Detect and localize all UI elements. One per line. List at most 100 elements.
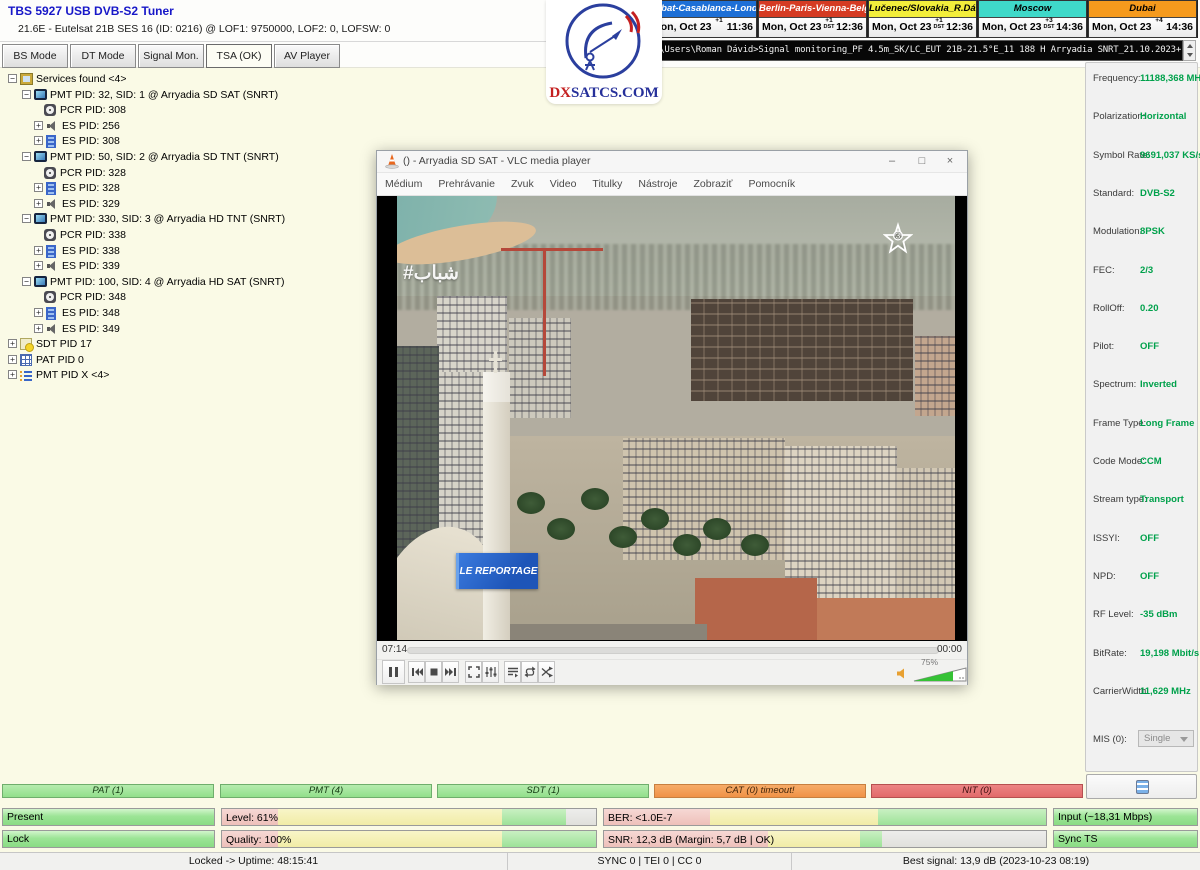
video-art-shape (915, 336, 955, 416)
input-indicator: Input (~18,31 Mbps) (1053, 808, 1198, 826)
level-segment-gray (566, 809, 596, 825)
vlc-menu-prehr-vanie[interactable]: Prehrávanie (430, 173, 503, 195)
playlist-button[interactable] (504, 661, 521, 683)
param-value: OFF (1140, 533, 1159, 544)
expand-icon[interactable]: + (34, 324, 43, 333)
tree-item-pmt-pid-100-sid-4[interactable]: − PMT PID: 100, SID: 4 @ Arryadia HD SAT … (0, 275, 372, 290)
expand-icon[interactable]: + (34, 183, 43, 192)
expand-icon[interactable]: + (8, 370, 17, 379)
param-label: ISSYI: (1093, 533, 1120, 544)
resize-grip[interactable] (959, 677, 965, 683)
tree-item-es-pid-349[interactable]: +ES PID: 349 (0, 322, 372, 337)
tree-item-pcr-pid-308[interactable]: PCR PID: 308 (0, 103, 372, 118)
pcr-icon (44, 291, 56, 303)
application-window: TBS 5927 USB DVB-S2 Tuner 21.6E - Eutels… (0, 0, 1200, 870)
tree-item-es-pid-348[interactable]: +ES PID: 348 (0, 306, 372, 321)
psi-bar-nit-0: NIT (0) (871, 784, 1083, 798)
tree-item-pcr-pid-348[interactable]: PCR PID: 348 (0, 290, 372, 305)
vlc-seek-row: 07:14 00:00 (377, 641, 967, 659)
tab-bs-mode[interactable]: BS Mode (2, 44, 68, 68)
tree-item-pcr-pid-338[interactable]: PCR PID: 338 (0, 228, 372, 243)
tree-item-pmt-pid-330-sid-3[interactable]: −PMT PID: 330, SID: 3 @ Arryadia HD TNT … (0, 212, 372, 227)
collapse-icon[interactable]: − (22, 214, 31, 223)
tree-item-pcr-pid-328[interactable]: PCR PID: 328 (0, 166, 372, 181)
tree-item-es-pid-308[interactable]: +ES PID: 308 (0, 134, 372, 149)
terminal-console[interactable]: :\Users\Roman Dávid>Signal monitoring_PF… (650, 40, 1183, 61)
tree-item-label: ES PID: 329 (62, 198, 120, 210)
tree-item-es-pid-329[interactable]: + ES PID: 329 (0, 197, 372, 212)
clock-city-label: Berlin-Paris-Vienna-Belgrade (759, 1, 866, 18)
minimize-button[interactable]: – (877, 151, 907, 173)
scroll-down-icon[interactable] (1187, 53, 1193, 57)
tab-dt-mode[interactable]: DT Mode (70, 44, 136, 68)
tree-item-pmt-pid-50-sid-2[interactable]: −PMT PID: 50, SID: 2 @ Arryadia SD TNT (… (0, 150, 372, 165)
snr-label: SNR: 12,3 dB (Margin: 5,7 dB | OK) (608, 832, 774, 848)
tree-item-sdt-pid-17[interactable]: +SDT PID 17 (0, 337, 372, 352)
param-value: 19,198 Mbit/s (1140, 648, 1199, 659)
vlc-window-title: () - Arryadia SD SAT - VLC media player (403, 155, 591, 167)
mis-dropdown[interactable]: Single (1138, 730, 1194, 747)
vlc-controls: 75% (377, 659, 967, 685)
vlc-menu-m-dium[interactable]: Médium (377, 173, 430, 195)
pause-button[interactable] (382, 660, 405, 684)
tree-item-es-pid-328[interactable]: +ES PID: 328 (0, 181, 372, 196)
tree-item-pmt-pid-x-4[interactable]: +PMT PID X <4> (0, 368, 372, 383)
vlc-menu-n-stroje[interactable]: Nástroje (630, 173, 685, 195)
tab-signal-mon[interactable]: Signal Mon. (138, 44, 204, 68)
previous-button[interactable] (408, 661, 425, 683)
snr-segment-green (860, 831, 882, 847)
program-banner: LE REPORTAGE (456, 553, 538, 589)
console-scrollbar[interactable] (1183, 40, 1196, 61)
clock-time: 12:36 (946, 21, 973, 33)
tree-item-pmt-pid-32-sid-1[interactable]: −PMT PID: 32, SID: 1 @ Arryadia SD SAT (… (0, 88, 372, 103)
loop-button[interactable] (521, 661, 538, 683)
close-button[interactable]: × (935, 151, 965, 173)
tree-item-es-pid-339[interactable]: +ES PID: 339 (0, 259, 372, 274)
expand-icon[interactable]: + (8, 339, 17, 348)
collapse-icon[interactable]: − (8, 74, 17, 83)
vlc-menu-video[interactable]: Video (542, 173, 585, 195)
tv-icon (34, 151, 47, 162)
collapse-icon[interactable]: − (22, 152, 31, 161)
video-area[interactable]: #شباب 3 LE REPORTAGE (377, 196, 967, 641)
expand-icon[interactable]: + (34, 261, 43, 270)
ts-record-button[interactable] (1086, 774, 1197, 799)
shuffle-button[interactable] (538, 661, 555, 683)
maximize-button[interactable]: □ (907, 151, 937, 173)
vlc-menu-titulky[interactable]: Titulky (584, 173, 630, 195)
expand-icon[interactable]: + (34, 199, 43, 208)
collapse-icon[interactable]: − (22, 90, 31, 99)
tab-av-player[interactable]: AV Player (274, 44, 340, 68)
expand-icon[interactable]: + (34, 121, 43, 130)
pause-icon (388, 666, 399, 678)
clock-date: Mon, Oct 23 (872, 21, 932, 33)
fullscreen-button[interactable] (465, 661, 482, 683)
status-best-signal: Best signal: 13,9 dB (2023-10-23 08:19) (792, 853, 1200, 870)
tree-item-services-found-4[interactable]: −Services found <4> (0, 72, 372, 87)
expand-icon[interactable]: + (34, 136, 43, 145)
expand-icon[interactable]: + (34, 246, 43, 255)
tree-item-label: PCR PID: 338 (60, 229, 126, 241)
vlc-titlebar[interactable]: () - Arryadia SD SAT - VLC media player … (377, 151, 967, 173)
clock-date: Mon, Oct 23 (1092, 21, 1152, 33)
expand-icon[interactable]: + (8, 355, 17, 364)
clock-dst-flag: DST (821, 24, 837, 30)
vlc-menu-zvuk[interactable]: Zvuk (503, 173, 542, 195)
seek-bar[interactable] (407, 647, 939, 654)
level-segment-yellow (278, 809, 502, 825)
tree-item-es-pid-338[interactable]: +ES PID: 338 (0, 244, 372, 259)
vlc-menu-pomocn-k[interactable]: Pomocník (740, 173, 803, 195)
expand-icon[interactable]: + (34, 308, 43, 317)
param-label: Modulation: (1093, 226, 1142, 237)
tab-tsa-ok[interactable]: TSA (OK) (206, 44, 272, 68)
tree-item-pat-pid-0[interactable]: +PAT PID 0 (0, 353, 372, 368)
tree-item-label: PMT PID: 100, SID: 4 @ Arryadia HD SAT (… (50, 276, 285, 288)
scroll-up-icon[interactable] (1187, 44, 1193, 48)
stop-button[interactable] (425, 661, 442, 683)
vlc-menu-zobrazi[interactable]: Zobraziť (685, 173, 740, 195)
equalizer-button[interactable] (482, 661, 499, 683)
collapse-icon[interactable]: − (22, 277, 31, 286)
video-art-shape (581, 488, 609, 510)
tree-item-es-pid-256[interactable]: +ES PID: 256 (0, 119, 372, 134)
next-button[interactable] (442, 661, 459, 683)
